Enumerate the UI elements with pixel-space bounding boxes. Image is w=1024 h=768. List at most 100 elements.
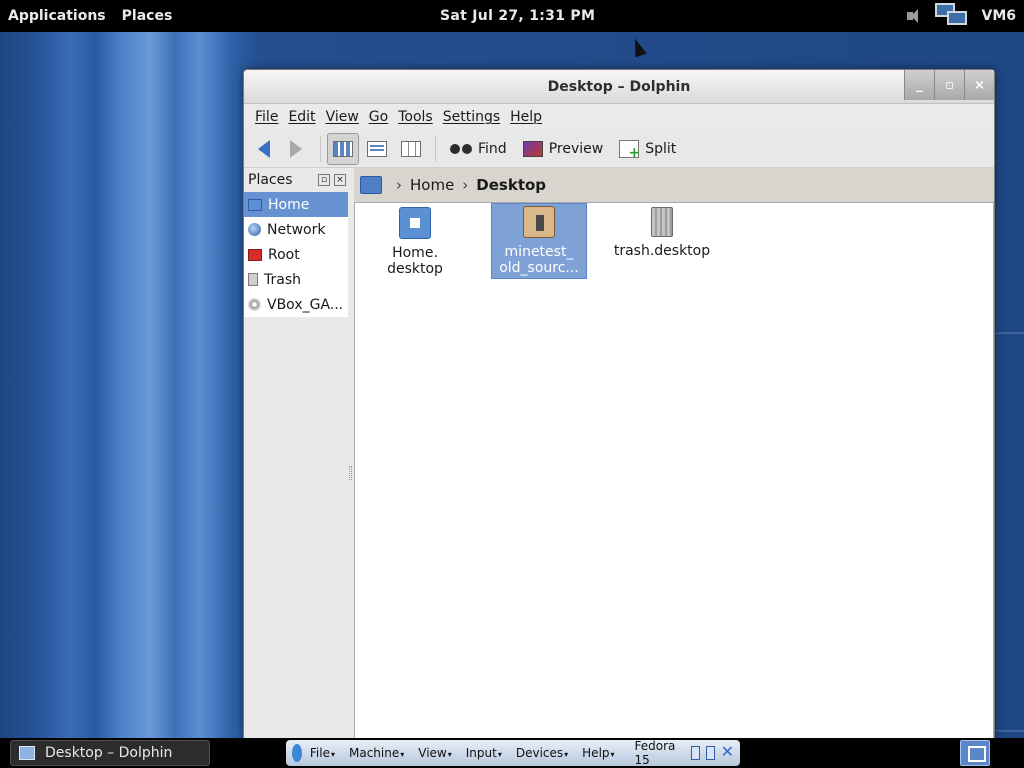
taskbar-window-label: Desktop – Dolphin: [45, 745, 173, 761]
package-icon: [523, 206, 555, 238]
places-item-label: Home: [268, 196, 310, 213]
close-button[interactable]: ×: [964, 70, 994, 100]
vbox-menu-devices[interactable]: Devices: [516, 746, 568, 760]
vbox-menu-file[interactable]: File: [310, 746, 335, 760]
minimize-button[interactable]: _: [904, 70, 934, 100]
details-view-button[interactable]: [361, 133, 393, 165]
window-title: Desktop – Dolphin: [547, 79, 691, 95]
toolbar: Find Preview Split: [244, 130, 994, 168]
window-titlebar[interactable]: Desktop – Dolphin _ ▫ ×: [244, 70, 994, 104]
pin-icon[interactable]: [292, 744, 302, 762]
preview-icon: [522, 140, 543, 157]
details-view-icon: [367, 140, 387, 157]
optical-disc-icon: [248, 298, 261, 311]
back-button[interactable]: [250, 135, 278, 163]
maximize-button[interactable]: ▫: [934, 70, 964, 100]
columns-view-icon: [401, 140, 421, 157]
panel-splitter-handle[interactable]: [349, 466, 352, 480]
vbox-menu-help[interactable]: Help: [582, 746, 614, 760]
vbox-menu-machine[interactable]: Machine: [349, 746, 404, 760]
close-vm-icon[interactable]: ✕: [721, 744, 734, 761]
places-item-trash[interactable]: Trash: [244, 267, 348, 292]
taskbar-window-button[interactable]: Desktop – Dolphin: [10, 740, 210, 766]
find-button[interactable]: Find: [442, 141, 515, 157]
restore-vm-icon[interactable]: [706, 746, 715, 760]
breadcrumb-root-icon[interactable]: [360, 176, 382, 194]
menu-view[interactable]: View: [321, 109, 364, 125]
places-heading: Places: [248, 172, 293, 188]
breadcrumb-separator: ›: [462, 176, 469, 194]
menu-settings[interactable]: Settings: [438, 109, 505, 125]
back-arrow-icon: [258, 139, 270, 158]
places-item-network[interactable]: Network: [244, 217, 348, 242]
system-tray: VM6: [905, 0, 1016, 32]
preview-button[interactable]: Preview: [515, 140, 612, 157]
columns-view-button[interactable]: [395, 133, 427, 165]
toolbar-separator: [320, 135, 321, 162]
icons-view-icon: [333, 140, 353, 157]
volume-muted-icon[interactable]: [905, 8, 923, 24]
file-name-line1: Home.: [392, 245, 438, 261]
menu-edit[interactable]: Edit: [283, 109, 320, 125]
network-connection-icon[interactable]: [935, 3, 969, 29]
split-label: Split: [645, 140, 677, 157]
find-label: Find: [478, 140, 507, 157]
window-icon: [19, 746, 35, 760]
menubar: File Edit View Go Tools Settings Help: [244, 104, 994, 130]
preview-label: Preview: [548, 140, 604, 157]
icons-view-button[interactable]: [327, 132, 359, 165]
top-panel: Applications Places Sat Jul 27, 1:31 PM …: [0, 0, 1024, 32]
breadcrumb-home[interactable]: Home: [410, 176, 454, 194]
places-item-root[interactable]: Root: [244, 242, 348, 267]
panel-close-icon[interactable]: ×: [334, 174, 346, 186]
applications-menu[interactable]: Applications: [0, 8, 114, 24]
places-item-home[interactable]: Home: [244, 192, 348, 217]
panel-float-icon[interactable]: ▫: [318, 174, 330, 186]
home-folder-icon: [399, 207, 431, 239]
menu-file[interactable]: File: [250, 109, 283, 125]
file-name-line2: desktop: [387, 261, 443, 277]
split-button[interactable]: Split: [611, 139, 684, 161]
menu-tools[interactable]: Tools: [393, 109, 438, 125]
forward-arrow-icon: [290, 139, 302, 158]
places-item-label: Trash: [264, 271, 301, 288]
file-name-line1: minetest_: [504, 244, 574, 260]
breadcrumb-current[interactable]: Desktop: [476, 176, 546, 194]
file-name-line2: old_sourc...: [499, 260, 579, 276]
places-panel-header: Places ▫ ×: [244, 168, 348, 192]
places-item-label: Network: [267, 221, 326, 238]
forward-button[interactable]: [282, 135, 310, 163]
file-view[interactable]: Home. desktop minetest_ old_sourc... tra…: [354, 202, 994, 740]
network-globe-icon: [248, 223, 261, 236]
workspace-switcher-icon[interactable]: [960, 740, 990, 766]
binoculars-icon: [450, 142, 472, 156]
virtualbox-mini-toolbar: File Machine View Input Devices Help Fed…: [286, 739, 740, 767]
menu-go[interactable]: Go: [364, 109, 393, 125]
trash-can-icon: [651, 207, 673, 237]
toolbar-separator: [435, 135, 436, 162]
user-menu[interactable]: VM6: [981, 8, 1016, 24]
places-item-label: VBox_GA...: [267, 296, 344, 313]
bottom-panel: Desktop – Dolphin File Machine View Inpu…: [0, 738, 1024, 768]
trash-icon: [248, 273, 258, 286]
vm-name: Fedora 15: [634, 739, 676, 767]
file-item-minetest[interactable]: minetest_ old_sourc...: [491, 203, 587, 279]
places-item-vbox-ga[interactable]: VBox_GA...: [244, 292, 348, 317]
file-item-home-desktop[interactable]: Home. desktop: [367, 205, 463, 277]
places-item-label: Root: [268, 246, 300, 263]
vbox-menu-input[interactable]: Input: [466, 746, 502, 760]
menu-help[interactable]: Help: [505, 109, 547, 125]
places-panel: Places ▫ × Home Network Root Trash VBox_…: [244, 168, 348, 740]
home-folder-icon: [248, 198, 262, 211]
file-name-line1: trash.desktop: [613, 243, 711, 259]
file-item-trash-desktop[interactable]: trash.desktop: [607, 205, 717, 259]
split-view-icon: [619, 139, 640, 161]
breadcrumb: › Home › Desktop: [354, 168, 994, 202]
minimize-vm-icon[interactable]: [691, 746, 700, 760]
places-menu[interactable]: Places: [114, 8, 181, 24]
vbox-menu-view[interactable]: View: [418, 746, 452, 760]
dolphin-window: Desktop – Dolphin _ ▫ × File Edit View G…: [243, 69, 995, 740]
places-list: Home Network Root Trash VBox_GA...: [244, 192, 348, 317]
clock[interactable]: Sat Jul 27, 1:31 PM: [440, 0, 595, 32]
breadcrumb-separator: ›: [396, 176, 402, 194]
